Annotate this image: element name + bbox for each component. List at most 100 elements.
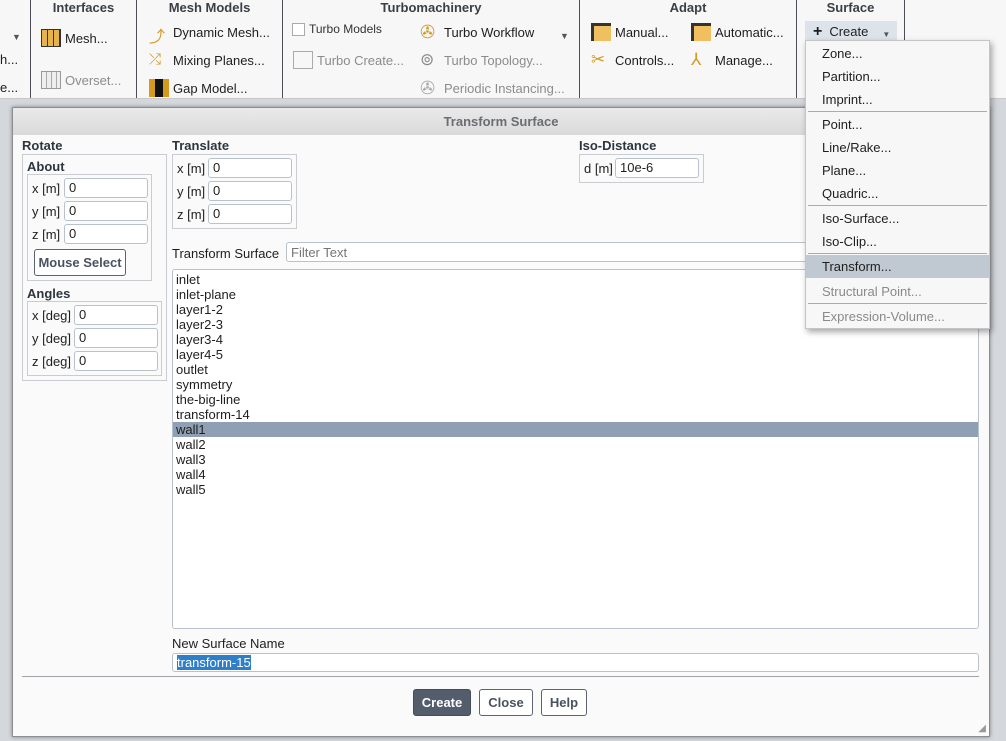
surface-create-button[interactable]: + Create ▼ — [805, 21, 897, 42]
menu-item-expression-volume[interactable]: Expression-Volume... — [806, 305, 989, 328]
iso-d-input[interactable]: 10e-6 — [615, 158, 699, 178]
rotate-label: Rotate — [22, 138, 63, 153]
new-surface-name-label: New Surface Name — [172, 636, 285, 651]
mesh-interfaces-button[interactable]: Mesh... — [41, 29, 108, 47]
label: Gap Model... — [173, 80, 248, 96]
translate-z-input[interactable]: 0 — [208, 204, 292, 224]
turbo-topology-icon: ⊚ — [420, 50, 435, 69]
surface-list-item[interactable]: symmetry — [173, 377, 978, 392]
about-y-label: y [m] — [32, 204, 61, 219]
plus-icon: + — [813, 22, 823, 40]
surface-list-item[interactable]: outlet — [173, 362, 978, 377]
about-z-label: z [m] — [32, 227, 61, 242]
menu-item-iso-surface[interactable]: Iso-Surface... — [806, 207, 989, 230]
menu-item-plane[interactable]: Plane... — [806, 159, 989, 182]
angle-x-input[interactable]: 0 — [74, 305, 158, 325]
help-button[interactable]: Help — [541, 689, 587, 716]
dropdown-arrow-icon: ▼ — [882, 30, 891, 39]
adapt-manage-button[interactable]: ⅄ Manage... — [691, 51, 773, 69]
adapt-automatic-icon — [691, 23, 711, 41]
angle-y-input[interactable]: 0 — [74, 328, 158, 348]
dynamic-mesh-button[interactable]: ⤴ Dynamic Mesh... — [149, 23, 270, 47]
periodic-fan-icon: ✇ — [420, 78, 436, 98]
menu-separator — [808, 111, 987, 112]
menu-item-iso-clip[interactable]: Iso-Clip... — [806, 230, 989, 253]
about-y-input[interactable]: 0 — [64, 201, 148, 221]
adapt-group: Adapt Manual... Automatic... ✂ Controls..… — [580, 0, 797, 98]
group-title: Turbomachinery — [380, 0, 482, 15]
label: Mesh... — [65, 30, 108, 46]
group-title: Interfaces — [52, 0, 115, 15]
turbo-models-checkbox[interactable]: Turbo Models — [292, 22, 382, 36]
label: Mixing Planes... — [173, 52, 265, 68]
surface-list-item[interactable]: the-big-line — [173, 392, 978, 407]
surface-list-item[interactable]: transform-14 — [173, 407, 978, 422]
mixing-planes-button[interactable]: ⤮ Mixing Planes... — [149, 51, 265, 69]
angles-label: Angles — [27, 286, 71, 301]
surface-list-item[interactable]: wall2 — [173, 437, 978, 452]
menu-item-quadric[interactable]: Quadric... — [806, 182, 989, 205]
label: Automatic... — [715, 24, 784, 40]
translate-label: Translate — [172, 138, 230, 153]
label: Overset... — [65, 72, 122, 88]
turbo-create-button[interactable]: Turbo Create... — [293, 51, 404, 69]
adapt-controls-button[interactable]: ✂ Controls... — [591, 51, 674, 69]
dropdown-arrow-icon[interactable]: ▼ — [560, 31, 569, 41]
menu-item-line-rake[interactable]: Line/Rake... — [806, 136, 989, 159]
about-label: About — [27, 159, 65, 174]
menu-item-point[interactable]: Point... — [806, 113, 989, 136]
gap-model-icon — [149, 79, 169, 97]
turbomachinery-group: Turbomachinery Turbo Models ✇ Turbo Workf… — [283, 0, 580, 98]
menu-item-structural-point[interactable]: Structural Point... — [806, 280, 989, 303]
selected-text: transform-15 — [177, 655, 251, 670]
label: Periodic Instancing... — [444, 80, 565, 96]
adapt-automatic-button[interactable]: Automatic... — [691, 23, 784, 41]
partial-item-2[interactable]: e... — [0, 80, 18, 95]
turbo-create-icon — [293, 51, 313, 69]
surface-list-item[interactable]: layer3-4 — [173, 332, 978, 347]
surface-list-item[interactable]: wall5 — [173, 482, 978, 497]
hierarchy-icon: ⅄ — [691, 50, 702, 69]
partial-item-1[interactable]: h... — [0, 52, 18, 67]
angle-z-input[interactable]: 0 — [74, 351, 158, 371]
mouse-select-button[interactable]: Mouse Select — [34, 249, 126, 276]
iso-distance-label: Iso-Distance — [579, 138, 657, 153]
menu-separator — [808, 205, 987, 206]
turbo-workflow-button[interactable]: ✇ Turbo Workflow — [420, 23, 534, 41]
group-title: Mesh Models — [168, 0, 251, 15]
surface-list-item[interactable]: wall1 — [173, 422, 978, 437]
mesh-grid-icon — [41, 29, 61, 47]
interfaces-group: Interfaces Mesh... Overset... — [31, 0, 137, 98]
translate-x-label: x [m] — [177, 161, 206, 176]
angle-z-label: z [deg] — [32, 354, 72, 369]
turbo-topology-button[interactable]: ⊚ Turbo Topology... — [420, 51, 543, 69]
create-button[interactable]: Create — [413, 689, 471, 716]
label: Manual... — [615, 24, 669, 40]
menu-item-partition[interactable]: Partition... — [806, 65, 989, 88]
close-button[interactable]: Close — [479, 689, 533, 716]
about-x-input[interactable]: 0 — [64, 178, 148, 198]
menu-item-zone[interactable]: Zone... — [806, 42, 989, 65]
label: Turbo Models — [309, 22, 382, 36]
translate-y-input[interactable]: 0 — [208, 181, 292, 201]
overset-button[interactable]: Overset... — [41, 71, 121, 89]
menu-separator — [808, 303, 987, 304]
surface-list-item[interactable]: wall4 — [173, 467, 978, 482]
dropdown-arrow-icon[interactable]: ▼ — [12, 32, 21, 42]
surface-list-item[interactable]: layer4-5 — [173, 347, 978, 362]
menu-item-transform[interactable]: Transform... — [806, 255, 989, 278]
divider — [22, 676, 979, 677]
resize-grip-icon[interactable]: ◢ — [978, 723, 986, 734]
transform-surface-label: Transform Surface — [172, 246, 280, 261]
translate-z-label: z [m] — [177, 207, 206, 222]
translate-x-input[interactable]: 0 — [208, 158, 292, 178]
adapt-manual-button[interactable]: Manual... — [591, 23, 668, 41]
mixing-planes-icon: ⤮ — [149, 51, 162, 68]
group-title: Surface — [826, 0, 875, 15]
periodic-instancing-button[interactable]: ✇ Periodic Instancing... — [420, 79, 565, 97]
menu-item-imprint[interactable]: Imprint... — [806, 88, 989, 111]
surface-list-item[interactable]: wall3 — [173, 452, 978, 467]
about-z-input[interactable]: 0 — [64, 224, 148, 244]
new-surface-name-input[interactable]: transform-15 — [172, 653, 979, 672]
gap-model-button[interactable]: Gap Model... — [149, 79, 247, 97]
